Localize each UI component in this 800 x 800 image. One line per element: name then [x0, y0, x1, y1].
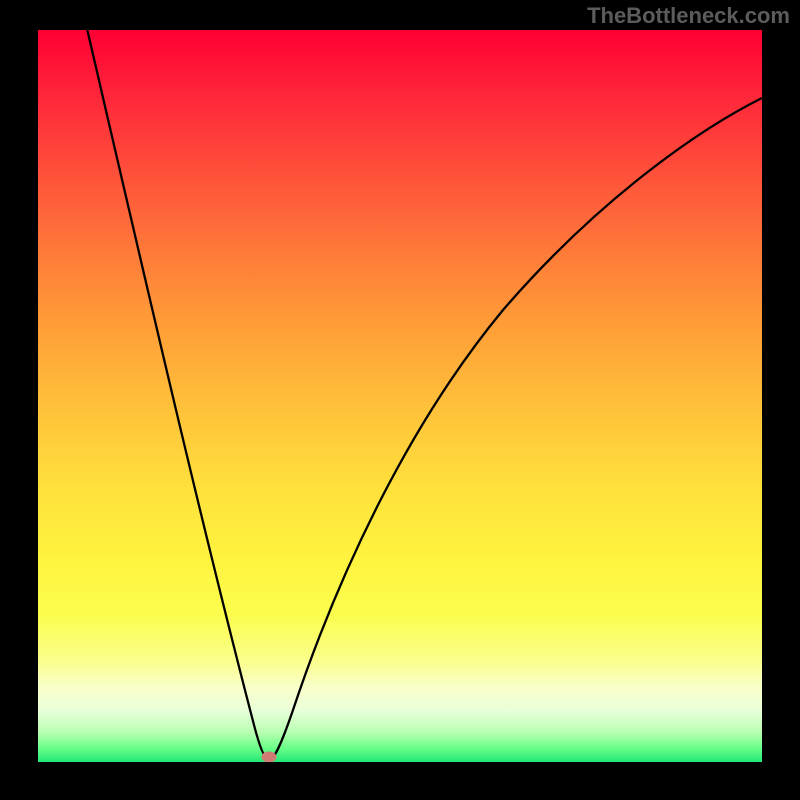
- plot-area: [38, 30, 762, 762]
- watermark-text: TheBottleneck.com: [587, 3, 790, 29]
- chart-frame: TheBottleneck.com: [0, 0, 800, 800]
- curve-path: [85, 30, 762, 760]
- min-point-marker: [262, 752, 277, 763]
- bottleneck-curve: [38, 30, 762, 762]
